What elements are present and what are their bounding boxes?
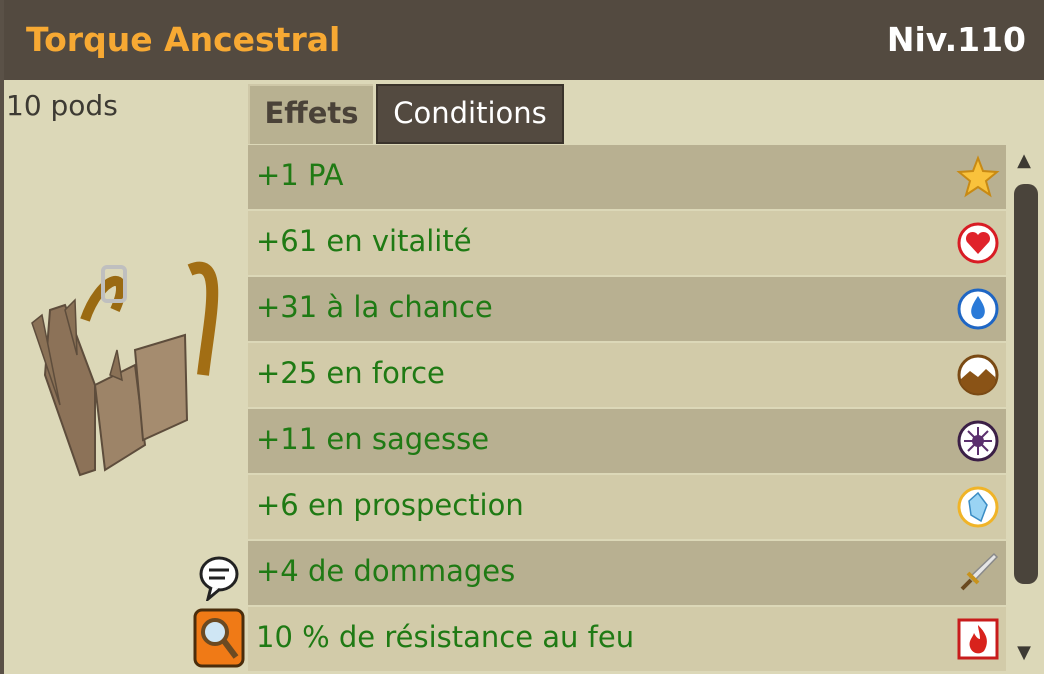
item-weight: 10 pods <box>6 89 118 122</box>
effect-text: +4 de dommages <box>256 554 516 588</box>
item-name: Torque Ancestral <box>26 20 341 59</box>
effect-text: +31 à la chance <box>256 290 493 324</box>
effect-row: +4 de dommages <box>248 541 1006 605</box>
heart-icon <box>956 221 1000 269</box>
effect-text: +11 en sagesse <box>256 422 490 456</box>
chat-bubble-icon[interactable] <box>198 555 240 605</box>
scroll-down-arrow-icon[interactable]: ▼ <box>1012 642 1036 663</box>
tab-conditions[interactable]: Conditions <box>376 84 564 144</box>
fire-icon <box>956 617 1000 665</box>
wooden-belt-icon <box>25 255 235 484</box>
effect-row: +1 PA <box>248 145 1006 209</box>
effect-text: +61 en vitalité <box>256 224 472 258</box>
scroll-up-arrow-icon[interactable]: ▲ <box>1012 150 1036 171</box>
effect-row: +31 à la chance <box>248 277 1006 341</box>
effect-row: +6 en prospection <box>248 475 1006 539</box>
earth-icon <box>956 353 1000 401</box>
effect-row: +11 en sagesse <box>248 409 1006 473</box>
effect-row: 10 % de résistance au feu <box>248 607 1006 671</box>
sword-icon <box>956 551 1000 599</box>
water-drop-icon <box>956 287 1000 335</box>
item-header: Torque Ancestral Niv.110 <box>4 0 1044 80</box>
effect-row: +61 en vitalité <box>248 211 1006 275</box>
wisdom-eye-icon <box>956 419 1000 467</box>
item-level: Niv.110 <box>886 20 1026 59</box>
effect-row: +25 en force <box>248 343 1006 407</box>
effect-text: +6 en prospection <box>256 488 524 522</box>
effect-text: 10 % de résistance au feu <box>256 620 635 654</box>
magnifier-icon[interactable] <box>193 608 245 672</box>
crystal-icon <box>956 485 1000 533</box>
effects-list: +1 PA +61 en vitalité +31 à la chance +2… <box>248 145 1006 674</box>
star-icon <box>956 155 1000 203</box>
scroll-thumb[interactable] <box>1014 184 1038 584</box>
effect-text: +25 en force <box>256 356 445 390</box>
effect-text: +1 PA <box>256 158 344 192</box>
tab-effects[interactable]: Effets <box>248 84 373 144</box>
